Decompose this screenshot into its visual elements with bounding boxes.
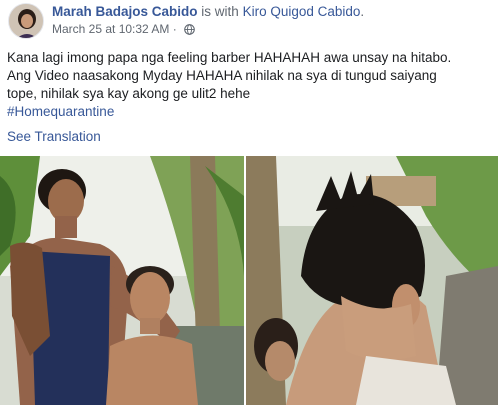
post-meta: March 25 at 10:32 AM · xyxy=(52,22,195,38)
post-text-line: Kana lagi imong papa nga feeling barber … xyxy=(7,50,452,65)
timestamp-link[interactable]: March 25 at 10:32 AM xyxy=(52,22,169,36)
post-author-line: Marah Badajos Cabido is with Kiro Quigod… xyxy=(52,4,364,20)
see-translation-link[interactable]: See Translation xyxy=(7,129,101,145)
hashtag-link[interactable]: #Homequarantine xyxy=(7,104,114,119)
post-text-line: Ang Video naasakong Myday HAHAHA nihilak… xyxy=(7,68,437,83)
photo-grid xyxy=(0,156,498,405)
with-text: is with xyxy=(201,4,239,19)
post-header: Marah Badajos Cabido is with Kiro Quigod… xyxy=(0,0,498,42)
avatar[interactable] xyxy=(8,3,44,39)
photo-2[interactable] xyxy=(246,156,498,405)
avatar-image xyxy=(9,4,43,38)
globe-icon[interactable] xyxy=(184,24,195,38)
tagged-user-link[interactable]: Kiro Quigod Cabido xyxy=(243,4,361,19)
author-name-link[interactable]: Marah Badajos Cabido xyxy=(52,4,198,19)
meta-separator: · xyxy=(172,22,177,36)
post-text: Kana lagi imong papa nga feeling barber … xyxy=(7,49,493,121)
photo-1[interactable] xyxy=(0,156,244,405)
with-suffix: . xyxy=(360,4,365,19)
post-text-line: tope, nihilak sya kay akong ge ulit2 heh… xyxy=(7,86,251,101)
